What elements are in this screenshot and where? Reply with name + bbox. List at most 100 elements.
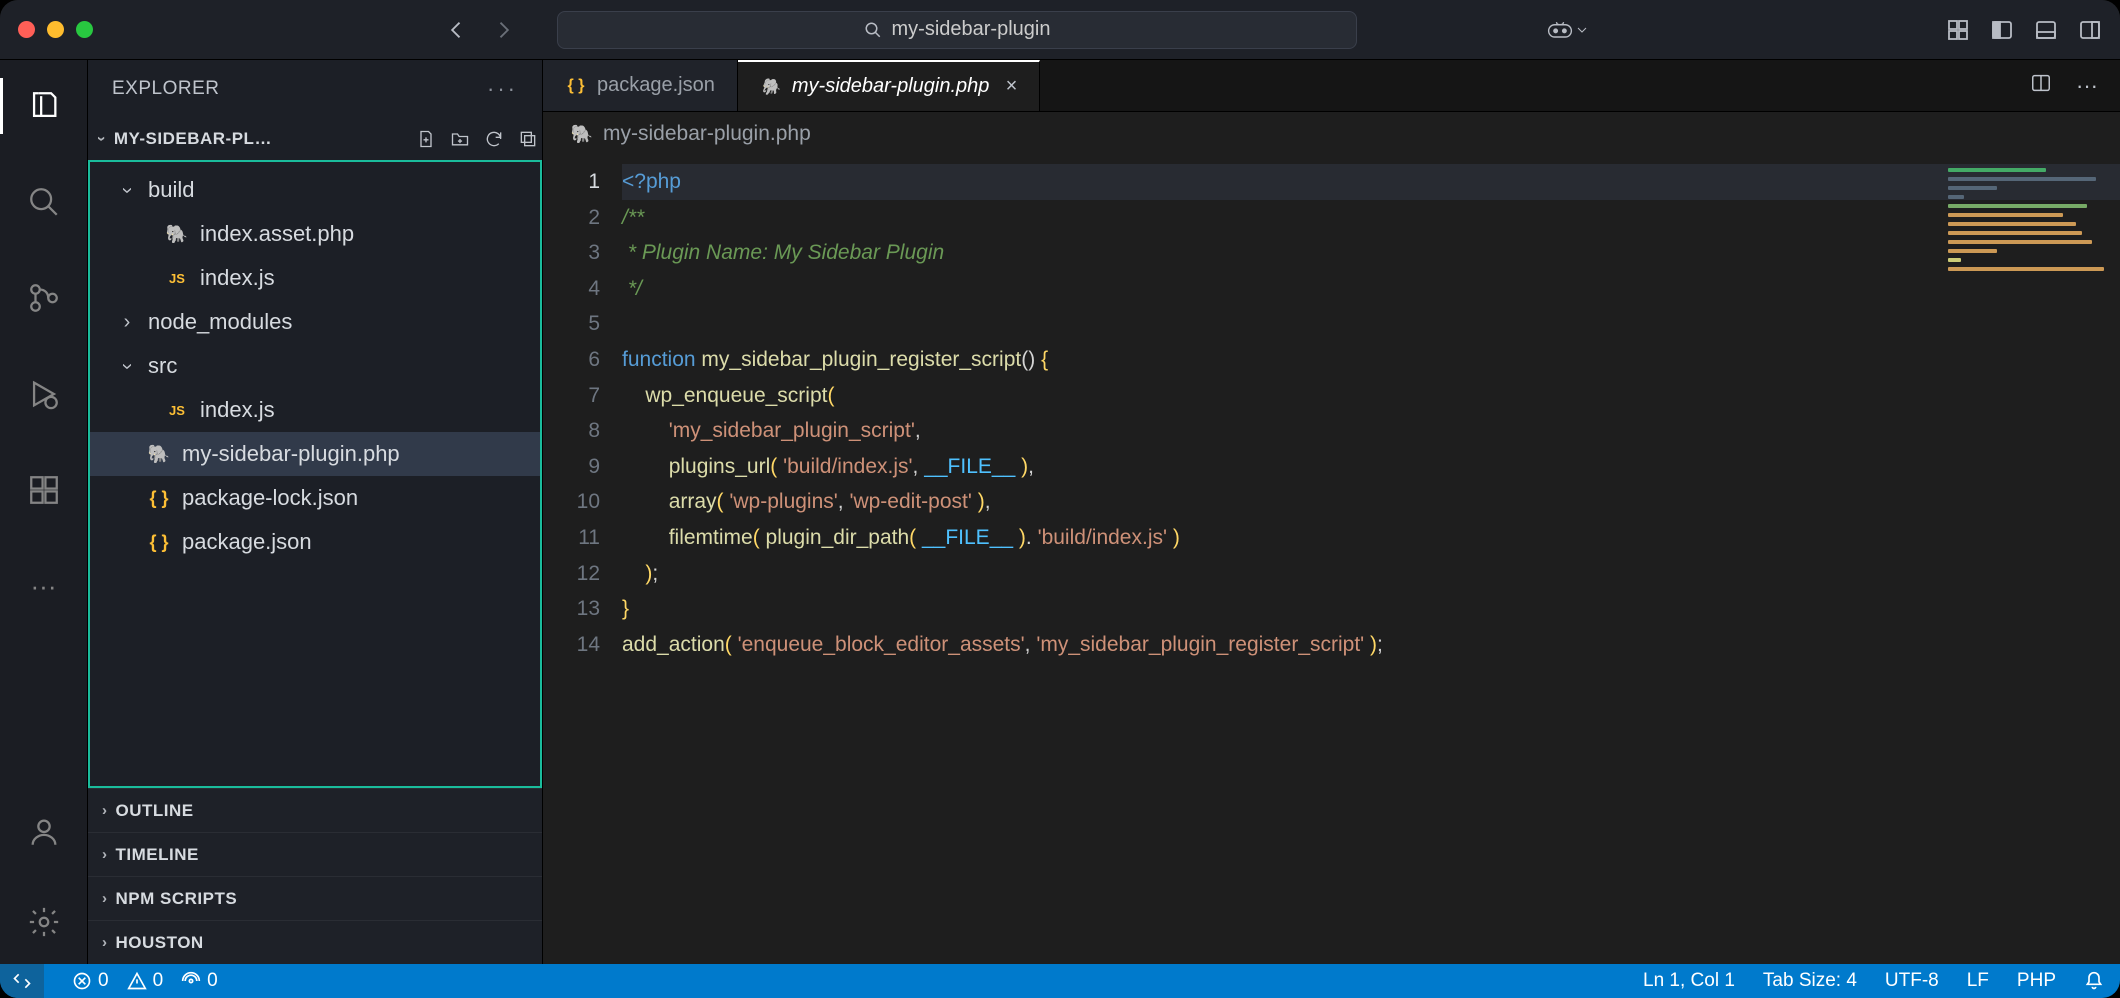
close-tab-icon[interactable]: × — [1005, 75, 1017, 98]
eol[interactable]: LF — [1967, 970, 1989, 992]
activity-more-icon[interactable]: ··· — [0, 558, 88, 614]
folder-row[interactable]: › build — [90, 168, 540, 212]
toggle-right-sidebar-icon[interactable] — [2078, 18, 2102, 42]
json-file-icon: { } — [148, 531, 170, 553]
activity-run-debug-icon[interactable] — [0, 366, 88, 422]
forward-icon[interactable] — [495, 19, 517, 41]
line-gutter: 1234567891011121314 — [543, 156, 618, 964]
php-file-icon: 🐘 — [571, 123, 593, 145]
breadcrumb-file: my-sidebar-plugin.php — [603, 122, 811, 146]
remote-indicator-icon[interactable] — [0, 964, 44, 998]
activity-bar: ··· — [0, 60, 88, 964]
explorer-title: EXPLORER — [112, 78, 219, 100]
json-file-icon: { } — [148, 487, 170, 509]
close-window-icon[interactable] — [18, 21, 35, 38]
warnings-count: 0 — [153, 970, 164, 992]
project-header[interactable]: › MY-SIDEBAR-PL… — [88, 118, 542, 160]
file-row[interactable]: JSindex.js — [90, 256, 540, 300]
command-center[interactable]: my-sidebar-plugin — [557, 11, 1357, 49]
tab-label: my-sidebar-plugin.php — [792, 75, 990, 98]
chevron-icon: › — [118, 311, 136, 334]
tree-item-label: index.asset.php — [200, 221, 354, 247]
js-file-icon: JS — [166, 399, 188, 421]
sidebar-section-label: TIMELINE — [116, 845, 199, 865]
file-row[interactable]: JS index.js — [90, 388, 540, 432]
sidebar-section-label: HOUSTON — [116, 933, 204, 953]
explorer-panel: EXPLORER ··· › MY-SIDEBAR-PL… ›build🐘ind… — [88, 60, 543, 964]
cursor-position[interactable]: Ln 1, Col 1 — [1643, 970, 1735, 992]
toggle-panel-icon[interactable] — [2034, 18, 2058, 42]
layout-customize-icon[interactable] — [1946, 18, 1970, 42]
maximize-window-icon[interactable] — [76, 21, 93, 38]
sidebar-section[interactable]: ›NPM SCRIPTS — [88, 876, 542, 920]
editor-more-icon[interactable]: ··· — [2076, 73, 2098, 99]
tree-item-label: build — [148, 177, 194, 203]
activity-settings-icon[interactable] — [0, 894, 88, 950]
editor-tab[interactable]: 🐘my-sidebar-plugin.php× — [738, 60, 1040, 111]
folder-row[interactable]: ›src — [90, 344, 540, 388]
notifications-icon[interactable] — [2084, 971, 2104, 991]
sidebar-section[interactable]: › TIMELINE — [88, 832, 542, 876]
file-row[interactable]: { } package.json — [90, 520, 540, 564]
chevron-right-icon: › — [102, 846, 108, 863]
chevron-right-icon: › — [102, 890, 108, 907]
file-row[interactable]: 🐘index.asset.php — [90, 212, 540, 256]
split-editor-icon[interactable] — [2030, 72, 2052, 99]
window-controls — [18, 21, 93, 38]
file-tree[interactable]: ›build🐘index.asset.phpJSindex.js›node_mo… — [88, 160, 542, 788]
activity-extensions-icon[interactable] — [0, 462, 88, 518]
nav-arrows — [443, 19, 517, 41]
errors-indicator[interactable]: 0 — [72, 970, 109, 992]
tree-item-label: index.js — [200, 265, 275, 291]
chevron-right-icon: › — [102, 802, 108, 819]
activity-search-icon[interactable] — [0, 174, 88, 230]
tab-label: package.json — [597, 74, 715, 97]
copilot-icon[interactable] — [1546, 18, 1588, 42]
explorer-more-icon[interactable]: ··· — [487, 76, 518, 102]
editor-tabs: { }package.json🐘my-sidebar-plugin.php× ·… — [543, 60, 2120, 112]
editor-area: { } package.json 🐘 my-sidebar-plugin.php × ·… — [543, 60, 2120, 964]
tree-item-label: node_modules — [148, 309, 292, 335]
editor-tab[interactable]: { } package.json — [543, 60, 738, 111]
ports-indicator[interactable]: 0 — [181, 970, 218, 992]
back-icon[interactable] — [443, 19, 465, 41]
folder-row[interactable]: › node_modules — [90, 300, 540, 344]
tree-item-label: index.js — [200, 397, 275, 423]
command-center-text: my-sidebar-plugin — [892, 18, 1051, 41]
code-editor[interactable]: 1234567891011121314 <?php/** * Plugin Na… — [543, 156, 2120, 964]
breadcrumb[interactable]: 🐘 my-sidebar-plugin.php — [543, 112, 2120, 156]
tree-item-label: my-sidebar-plugin.php — [182, 441, 400, 467]
new-folder-icon[interactable] — [450, 129, 470, 149]
chevron-icon: › — [116, 181, 139, 199]
refresh-icon[interactable] — [484, 129, 504, 149]
chevron-icon: › — [116, 357, 139, 375]
warnings-indicator[interactable]: 0 — [127, 970, 164, 992]
tab-size[interactable]: Tab Size: 4 — [1763, 970, 1857, 992]
code-content[interactable]: <?php/** * Plugin Name: My Sidebar Plugi… — [618, 156, 2120, 964]
collapse-all-icon[interactable] — [518, 129, 538, 149]
json-file-icon: { } — [565, 75, 587, 97]
activity-source-control-icon[interactable] — [0, 270, 88, 326]
toggle-sidebar-icon[interactable] — [1990, 18, 2014, 42]
language-mode[interactable]: PHP — [2017, 970, 2056, 992]
sidebar-section[interactable]: › OUTLINE — [88, 788, 542, 832]
activity-explorer-icon[interactable] — [0, 78, 88, 134]
chevron-down-icon: › — [92, 136, 110, 142]
file-row[interactable]: { } package-lock.json — [90, 476, 540, 520]
chevron-right-icon: › — [102, 934, 108, 951]
project-name: MY-SIDEBAR-PL… — [114, 129, 272, 149]
minimap[interactable] — [1940, 156, 2120, 316]
ports-count: 0 — [207, 970, 218, 992]
tree-item-label: package.json — [182, 529, 312, 555]
activity-account-icon[interactable] — [0, 804, 88, 860]
status-bar: 0 0 0 Ln 1, Col 1 Tab Size: 4 UTF-8 LF P… — [0, 964, 2120, 998]
new-file-icon[interactable] — [416, 129, 436, 149]
minimize-window-icon[interactable] — [47, 21, 64, 38]
file-row[interactable]: 🐘 my-sidebar-plugin.php — [90, 432, 540, 476]
sidebar-section-label: OUTLINE — [116, 801, 194, 821]
php-file-icon: 🐘 — [148, 443, 170, 465]
encoding[interactable]: UTF-8 — [1885, 970, 1939, 992]
vscode-window: my-sidebar-plugin — [0, 0, 2120, 998]
sidebar-section[interactable]: › HOUSTON — [88, 920, 542, 964]
tree-item-label: package-lock.json — [182, 485, 358, 511]
